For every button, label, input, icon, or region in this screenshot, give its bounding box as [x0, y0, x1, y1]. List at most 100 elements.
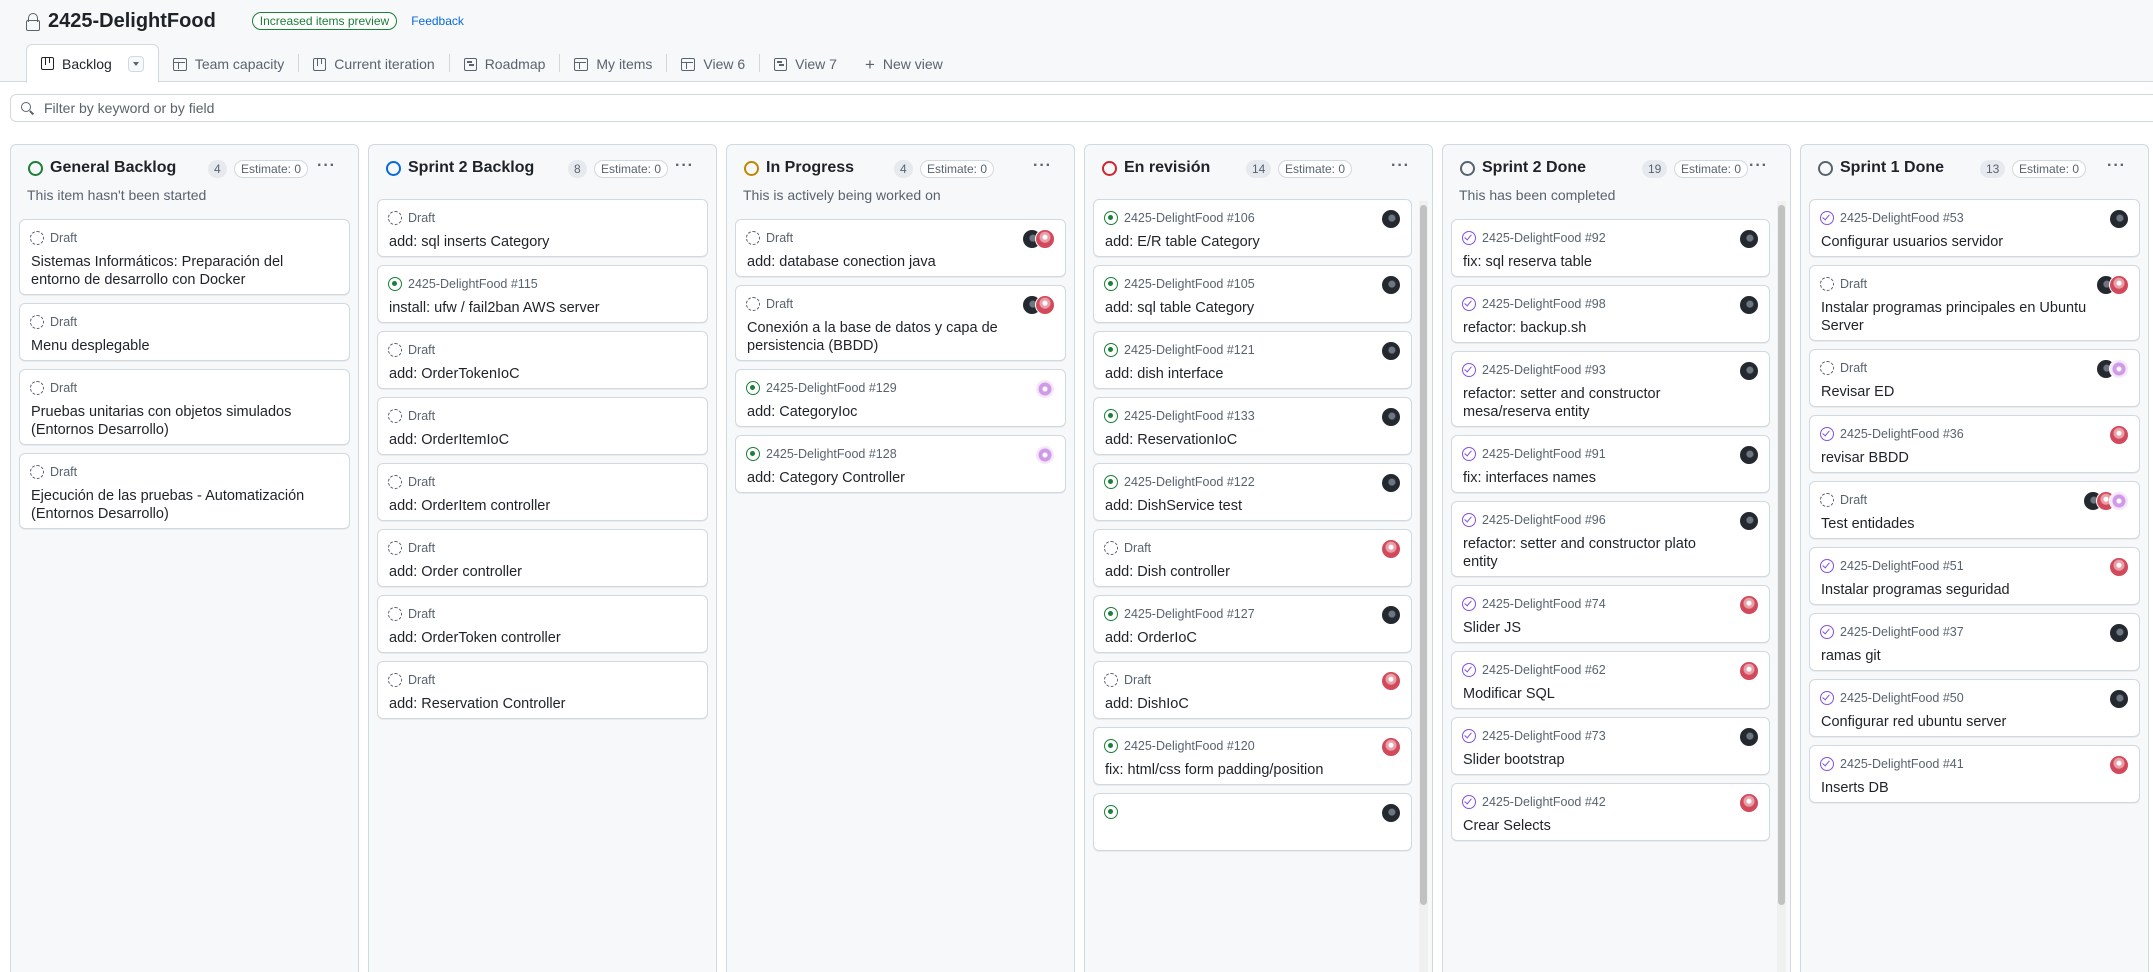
board-card[interactable]: Draft add: OrderItemIoC [377, 397, 708, 455]
card-title[interactable]: Pruebas unitarias con objetos simulados … [31, 403, 305, 439]
tab-view-7[interactable]: View 7 [760, 46, 851, 82]
card-reference[interactable]: 2425-DelightFood #115 [408, 277, 538, 291]
board-card[interactable]: 2425-DelightFood #50 Configurar red ubunt… [1809, 679, 2140, 737]
avatar[interactable] [1035, 445, 1055, 465]
card-title[interactable]: Configurar red ubuntu server [1821, 713, 2095, 731]
avatar[interactable] [1381, 671, 1401, 691]
card-reference[interactable]: 2425-DelightFood #120 [1124, 739, 1255, 753]
board-card[interactable]: 2425-DelightFood #53 Configurar usuarios … [1809, 199, 2140, 257]
card-title[interactable]: Instalar programas principales en Ubuntu… [1821, 299, 2095, 335]
card-title[interactable]: add: dish interface [1105, 365, 1367, 383]
tab-backlog[interactable]: Backlog [26, 44, 159, 83]
avatar[interactable] [1381, 275, 1401, 295]
new-view-button[interactable]: + New view [851, 46, 957, 82]
avatar[interactable] [1739, 727, 1759, 747]
column-options-button[interactable]: ··· [675, 157, 694, 175]
card-title[interactable]: Inserts DB [1821, 779, 2095, 797]
board-card[interactable]: 2425-DelightFood #129 add: CategoryIoc [735, 369, 1066, 427]
filter-input[interactable] [44, 100, 944, 116]
avatar[interactable] [1381, 539, 1401, 559]
avatar[interactable] [2109, 425, 2129, 445]
avatar[interactable] [1381, 737, 1401, 757]
board-card[interactable]: 2425-DelightFood #133 add: ReservationIoC [1093, 397, 1412, 455]
card-reference[interactable]: 2425-DelightFood #106 [1124, 211, 1255, 225]
card-reference[interactable]: 2425-DelightFood #133 [1124, 409, 1255, 423]
avatar[interactable] [1739, 595, 1759, 615]
card-reference[interactable]: 2425-DelightFood #42 [1482, 795, 1606, 809]
card-title[interactable]: add: DishService test [1105, 497, 1367, 515]
card-title[interactable]: Menu desplegable [31, 337, 305, 355]
avatar[interactable] [2109, 359, 2129, 379]
card-reference[interactable]: 2425-DelightFood #73 [1482, 729, 1606, 743]
scrollbar[interactable] [1419, 201, 1428, 972]
card-reference[interactable]: 2425-DelightFood #36 [1840, 427, 1964, 441]
avatar[interactable] [2109, 623, 2129, 643]
board-card[interactable]: 2425-DelightFood #93 refactor: setter and… [1451, 351, 1770, 427]
card-reference[interactable]: 2425-DelightFood #50 [1840, 691, 1964, 705]
avatar[interactable] [1381, 803, 1401, 823]
card-title[interactable]: fix: interfaces names [1463, 469, 1725, 487]
card-title[interactable]: Revisar ED [1821, 383, 2095, 401]
card-title[interactable]: refactor: setter and constructor plato e… [1463, 535, 1725, 571]
board-card[interactable] [1093, 793, 1412, 851]
card-title[interactable]: Instalar programas seguridad [1821, 581, 2095, 599]
card-title[interactable]: ramas git [1821, 647, 2095, 665]
board-card[interactable]: Draft add: Order controller [377, 529, 708, 587]
filter-bar[interactable] [10, 94, 2153, 122]
board-card[interactable]: 2425-DelightFood #92 fix: sql reserva tab… [1451, 219, 1770, 277]
card-title[interactable]: add: Order controller [389, 563, 663, 581]
card-title[interactable]: fix: sql reserva table [1463, 253, 1725, 271]
board-card[interactable]: 2425-DelightFood #41 Inserts DB [1809, 745, 2140, 803]
card-title[interactable]: add: DishIoC [1105, 695, 1367, 713]
card-title[interactable]: add: E/R table Category [1105, 233, 1367, 251]
board-card[interactable]: 2425-DelightFood #105 add: sql table Cate… [1093, 265, 1412, 323]
tab-current-iteration[interactable]: Current iteration [299, 46, 448, 82]
board-card[interactable]: Draft add: sql inserts Category [377, 199, 708, 257]
card-reference[interactable]: 2425-DelightFood #93 [1482, 363, 1606, 377]
board-card[interactable]: 2425-DelightFood #37 ramas git [1809, 613, 2140, 671]
card-reference[interactable]: 2425-DelightFood #62 [1482, 663, 1606, 677]
board-card[interactable]: 2425-DelightFood #91 fix: interfaces name… [1451, 435, 1770, 493]
card-title[interactable]: fix: html/css form padding/position [1105, 761, 1367, 779]
board-card[interactable]: Draft Test entidades [1809, 481, 2140, 539]
avatar[interactable] [2109, 275, 2129, 295]
avatar[interactable] [1381, 341, 1401, 361]
card-title[interactable]: refactor: backup.sh [1463, 319, 1725, 337]
card-title[interactable]: add: OrderToken controller [389, 629, 663, 647]
avatar[interactable] [1739, 295, 1759, 315]
board-card[interactable]: Draft add: Reservation Controller [377, 661, 708, 719]
card-reference[interactable]: 2425-DelightFood #121 [1124, 343, 1255, 357]
avatar[interactable] [2109, 689, 2129, 709]
board-card[interactable]: 2425-DelightFood #120 fix: html/css form … [1093, 727, 1412, 785]
avatar[interactable] [1739, 661, 1759, 681]
board-card[interactable]: 2425-DelightFood #127 add: OrderIoC [1093, 595, 1412, 653]
card-title[interactable]: add: OrderTokenIoC [389, 365, 663, 383]
board-card[interactable]: Draft add: DishIoC [1093, 661, 1412, 719]
column-options-button[interactable]: ··· [1749, 157, 1768, 175]
card-reference[interactable]: 2425-DelightFood #127 [1124, 607, 1255, 621]
card-title[interactable]: Crear Selects [1463, 817, 1725, 835]
board-card[interactable]: Draft add: OrderToken controller [377, 595, 708, 653]
card-reference[interactable]: 2425-DelightFood #91 [1482, 447, 1606, 461]
card-title[interactable]: add: database conection java [747, 253, 1021, 271]
card-title[interactable]: add: CategoryIoc [747, 403, 1021, 421]
avatar[interactable] [1739, 361, 1759, 381]
card-title[interactable]: refactor: setter and constructor mesa/re… [1463, 385, 1725, 421]
board-card[interactable]: Draft add: OrderItem controller [377, 463, 708, 521]
board-card[interactable]: Draft Instalar programas principales en U… [1809, 265, 2140, 341]
card-reference[interactable]: 2425-DelightFood #129 [766, 381, 897, 395]
tab-my-items[interactable]: My items [560, 46, 666, 82]
scrollbar[interactable] [1777, 201, 1786, 972]
board-card[interactable]: 2425-DelightFood #51 Instalar programas s… [1809, 547, 2140, 605]
card-title[interactable]: add: Dish controller [1105, 563, 1367, 581]
column-options-button[interactable]: ··· [1391, 157, 1410, 175]
card-title[interactable]: Configurar usuarios servidor [1821, 233, 2095, 251]
avatar[interactable] [1381, 605, 1401, 625]
card-title[interactable]: Sistemas Informáticos: Preparación del e… [31, 253, 305, 289]
card-title[interactable]: install: ufw / fail2ban AWS server [389, 299, 663, 317]
board-card[interactable]: Draft Sistemas Informáticos: Preparación … [19, 219, 350, 295]
card-reference[interactable]: 2425-DelightFood #92 [1482, 231, 1606, 245]
column-options-button[interactable]: ··· [317, 157, 336, 175]
card-title[interactable]: add: Reservation Controller [389, 695, 663, 713]
column-options-button[interactable]: ··· [1033, 157, 1052, 175]
